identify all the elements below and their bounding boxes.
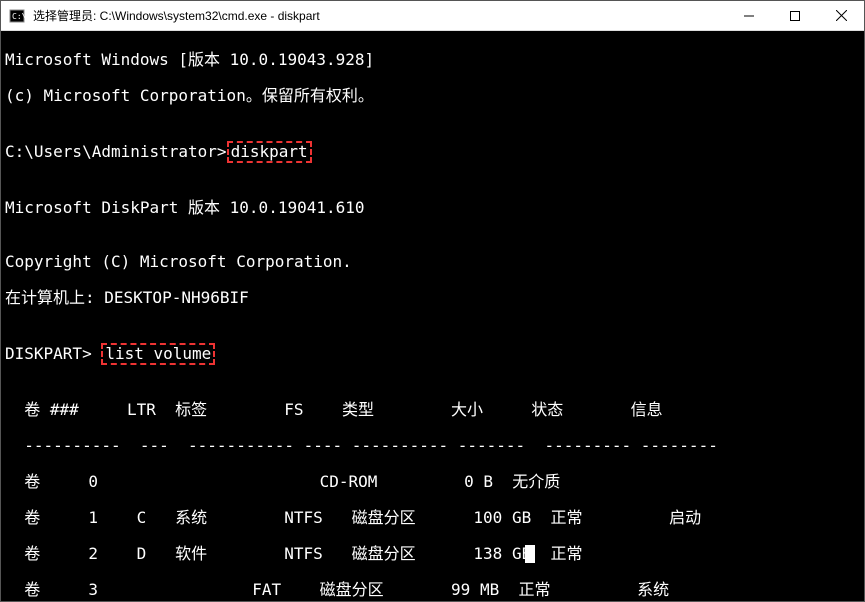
terminal-line: Microsoft Windows [版本 10.0.19043.928] (5, 51, 860, 69)
maximize-button[interactable] (772, 1, 818, 30)
prompt: C:\Users\Administrator> (5, 142, 227, 161)
close-button[interactable] (818, 1, 864, 30)
command-diskpart: diskpart (227, 141, 312, 163)
window-controls (726, 1, 864, 30)
svg-text:C:\: C:\ (12, 12, 25, 21)
table-header: 卷 ### LTR 标签 FS 类型 大小 状态 信息 (5, 401, 860, 419)
terminal-output[interactable]: Microsoft Windows [版本 10.0.19043.928] (c… (1, 31, 864, 601)
table-row: 卷 2 D 软件 NTFS 磁盘分区 138 GB 正常 (5, 545, 860, 563)
cmd-window: C:\ 选择管理员: C:\Windows\system32\cmd.exe -… (0, 0, 865, 602)
command-list-volume: list volume (101, 343, 215, 365)
window-title: 选择管理员: C:\Windows\system32\cmd.exe - dis… (31, 7, 726, 24)
cmd-icon: C:\ (9, 8, 25, 24)
terminal-line: Microsoft DiskPart 版本 10.0.19041.610 (5, 199, 860, 217)
terminal-line: Copyright (C) Microsoft Corporation. (5, 253, 860, 271)
terminal-line: 在计算机上: DESKTOP-NH96BIF (5, 289, 860, 307)
terminal-line: C:\Users\Administrator>diskpart (5, 141, 860, 163)
prompt: DISKPART> (5, 344, 101, 363)
terminal-line: DISKPART> list volume (5, 343, 860, 365)
titlebar[interactable]: C:\ 选择管理员: C:\Windows\system32\cmd.exe -… (1, 1, 864, 31)
terminal-line: (c) Microsoft Corporation。保留所有权利。 (5, 87, 860, 105)
table-row: 卷 0 CD-ROM 0 B 无介质 (5, 473, 860, 491)
caret-indicator (525, 545, 535, 563)
minimize-button[interactable] (726, 1, 772, 30)
table-divider: ---------- --- ----------- ---- --------… (5, 437, 860, 455)
table-row: 卷 3 FAT 磁盘分区 99 MB 正常 系统 (5, 581, 860, 599)
table-row: 卷 1 C 系统 NTFS 磁盘分区 100 GB 正常 启动 (5, 509, 860, 527)
